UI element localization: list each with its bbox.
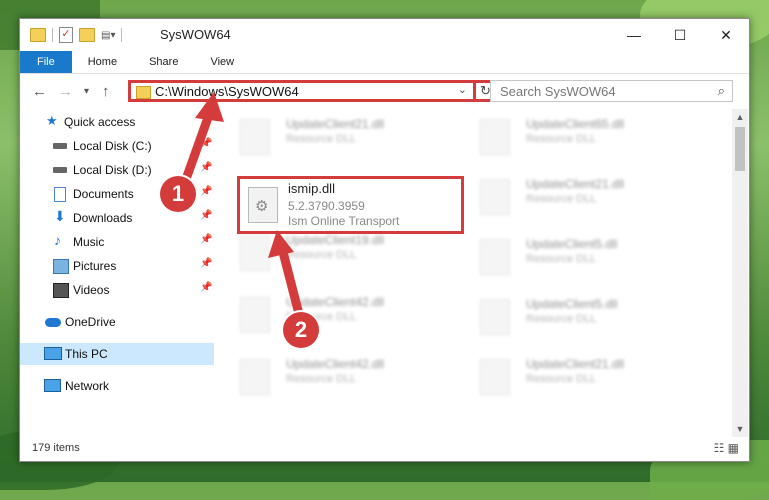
- step-badge-1: 1: [160, 176, 196, 212]
- arrow-step-2: [278, 247, 305, 323]
- step-badge-2: 2: [283, 312, 319, 348]
- annotation-arrows: [180, 92, 305, 323]
- arrowhead-step-1: [195, 92, 224, 122]
- arrow-step-1: [180, 107, 215, 187]
- arrowhead-step-2: [268, 230, 294, 258]
